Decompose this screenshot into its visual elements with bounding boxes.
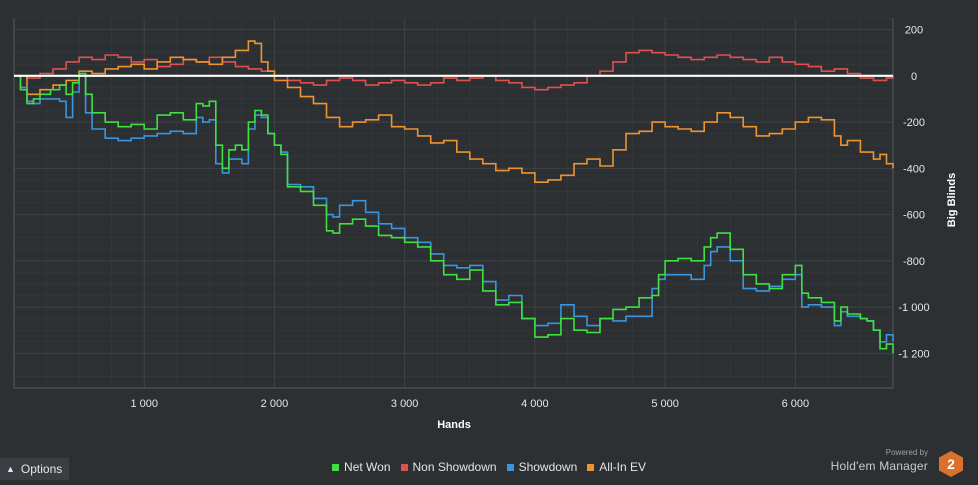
legend-swatch	[587, 463, 595, 471]
y-axis-title: Big Blinds	[946, 173, 958, 227]
brand-logo-text: 2	[947, 456, 955, 472]
y-tick-label: -400	[903, 163, 925, 175]
y-tick-label: 200	[905, 25, 923, 37]
legend-label: All-In EV	[599, 460, 646, 474]
brand-watermark: Powered by Hold'em Manager 2	[820, 448, 970, 480]
x-tick-label: 4 000	[521, 398, 549, 410]
y-tick-label: -800	[903, 256, 925, 268]
y-tick-label: -1 200	[898, 348, 929, 360]
legend-swatch	[506, 463, 514, 471]
legend-swatch	[400, 463, 408, 471]
legend-item[interactable]: All-In EV	[587, 460, 646, 474]
x-tick-label: 6 000	[782, 398, 810, 410]
x-tick-label: 1 000	[130, 398, 158, 410]
y-tick-label: 0	[911, 71, 917, 83]
y-tick-label: -1 000	[898, 302, 929, 314]
legend-label: Net Won	[344, 460, 391, 474]
brand-logo-icon: 2	[939, 451, 963, 477]
x-tick-label: 3 000	[391, 398, 419, 410]
bankroll-chart: 1 000 2 000 3 000 4 000 5 000 6 000 200 0 -200 -…	[0, 0, 978, 445]
chart-background	[0, 0, 978, 445]
y-tick-label: -200	[903, 117, 925, 129]
legend-label: Showdown	[518, 460, 578, 474]
legend-label: Non Showdown	[412, 460, 497, 474]
x-tick-label: 5 000	[651, 398, 679, 410]
legend-item[interactable]: Net Won	[332, 460, 391, 474]
legend-item[interactable]: Showdown	[506, 460, 578, 474]
y-tick-label: -600	[903, 210, 925, 222]
brand-name: Hold'em Manager	[830, 459, 928, 473]
x-axis-title: Hands	[437, 419, 471, 431]
legend-item[interactable]: Non Showdown	[400, 460, 497, 474]
x-tick-label: 2 000	[261, 398, 289, 410]
legend-swatch	[332, 463, 340, 471]
brand-powered-by: Powered by	[885, 448, 928, 457]
